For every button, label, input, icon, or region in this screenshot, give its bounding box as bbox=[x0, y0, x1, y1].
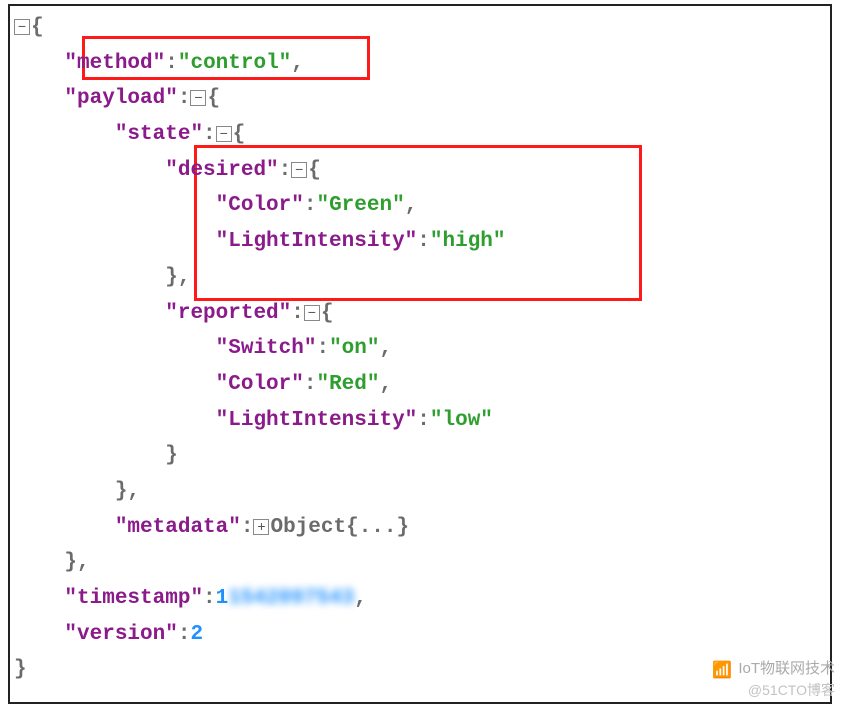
json-line: } bbox=[14, 438, 824, 474]
json-line: }, bbox=[14, 474, 824, 510]
json-key: "timestamp" bbox=[64, 587, 203, 610]
redacted-number: 1542097543 bbox=[228, 581, 354, 617]
json-key: "Color" bbox=[216, 194, 304, 217]
json-key: "LightIntensity" bbox=[216, 409, 418, 432]
json-line: "timestamp":11542097543, bbox=[14, 581, 824, 617]
json-line: "Color":"Green", bbox=[14, 188, 824, 224]
json-line: "Color":"Red", bbox=[14, 367, 824, 403]
json-string: "on" bbox=[329, 337, 379, 360]
json-line: "LightIntensity":"high" bbox=[14, 224, 824, 260]
json-string: "control" bbox=[178, 52, 291, 75]
collapse-icon[interactable]: − bbox=[14, 19, 30, 35]
json-line: "Switch":"on", bbox=[14, 331, 824, 367]
json-line: "method":"control", bbox=[14, 46, 824, 82]
json-key: "method" bbox=[64, 52, 165, 75]
json-string: "low" bbox=[430, 409, 493, 432]
json-line: } bbox=[14, 652, 824, 688]
json-key: "LightIntensity" bbox=[216, 230, 418, 253]
json-line: "reported":−{ bbox=[14, 296, 824, 332]
json-key: "state" bbox=[115, 123, 203, 146]
json-viewer-frame: −{ "method":"control", "payload":−{ "sta… bbox=[8, 4, 832, 704]
json-line: "state":−{ bbox=[14, 117, 824, 153]
json-line: "payload":−{ bbox=[14, 81, 824, 117]
collapse-icon[interactable]: − bbox=[190, 90, 206, 106]
json-line: "version":2 bbox=[14, 617, 824, 653]
collapse-icon[interactable]: − bbox=[304, 305, 320, 321]
json-line: }, bbox=[14, 545, 824, 581]
object-label: Object bbox=[270, 516, 346, 539]
json-key: "Switch" bbox=[216, 337, 317, 360]
json-key: "desired" bbox=[165, 159, 278, 182]
json-key: "reported" bbox=[165, 302, 291, 325]
collapse-icon[interactable]: − bbox=[216, 126, 232, 142]
json-line: "LightIntensity":"low" bbox=[14, 403, 824, 439]
json-string: "Green" bbox=[316, 194, 404, 217]
json-line: −{ bbox=[14, 10, 824, 46]
json-key: "payload" bbox=[64, 87, 177, 110]
json-key: "version" bbox=[64, 623, 177, 646]
json-string: "high" bbox=[430, 230, 506, 253]
collapse-icon[interactable]: − bbox=[291, 162, 307, 178]
json-string: "Red" bbox=[316, 373, 379, 396]
json-line: "metadata":+Object{...} bbox=[14, 510, 824, 546]
json-number: 2 bbox=[190, 623, 203, 646]
json-line: }, bbox=[14, 260, 824, 296]
object-ellipsis: {...} bbox=[346, 516, 409, 539]
json-key: "metadata" bbox=[115, 516, 241, 539]
expand-icon[interactable]: + bbox=[253, 519, 269, 535]
json-line: "desired":−{ bbox=[14, 153, 824, 189]
json-key: "Color" bbox=[216, 373, 304, 396]
